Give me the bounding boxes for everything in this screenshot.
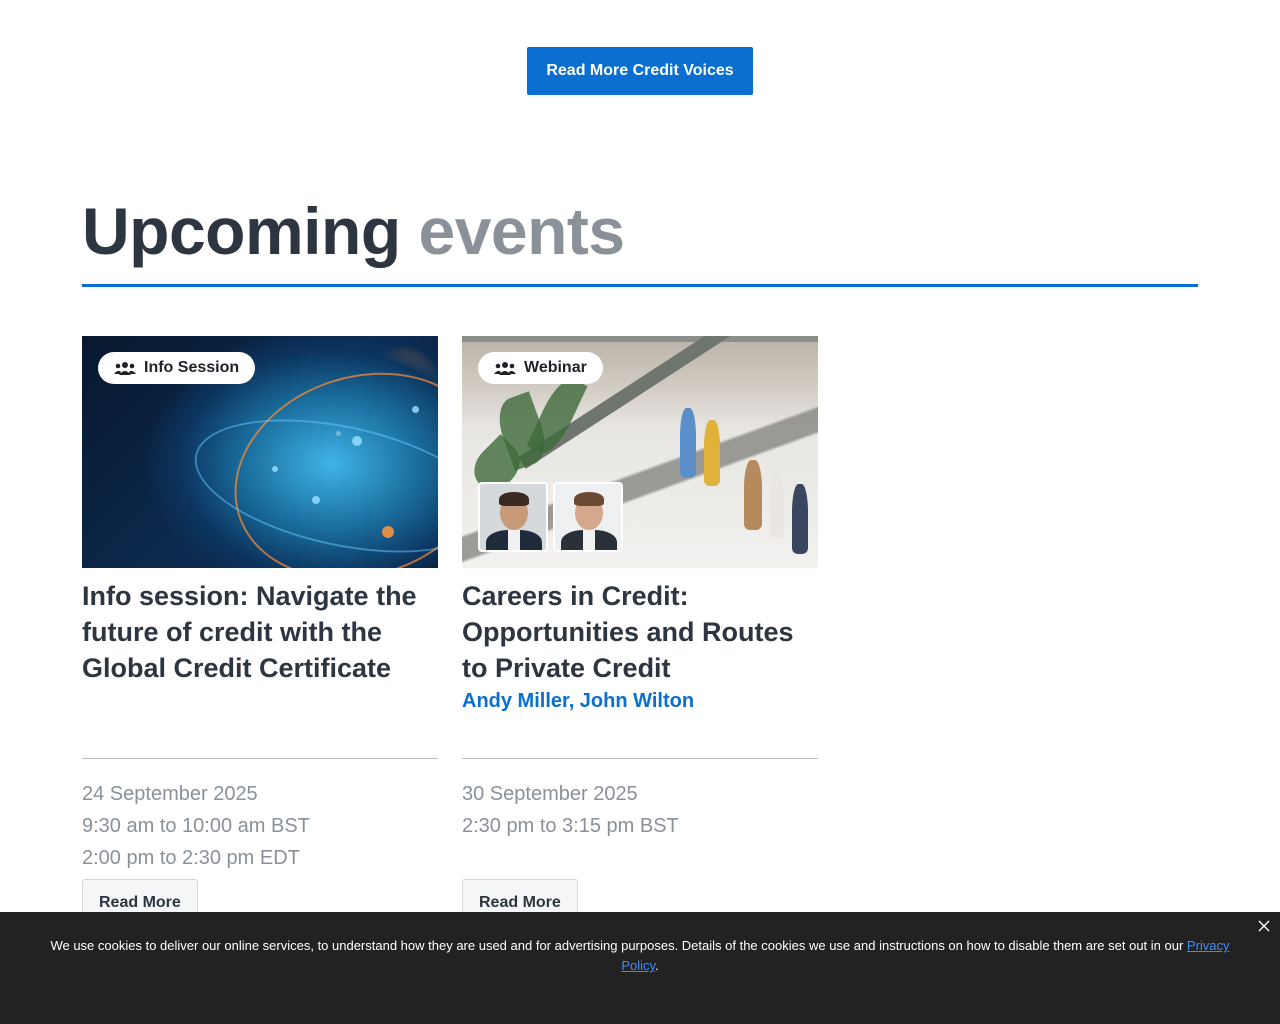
globe-dot (412, 406, 419, 413)
read-more-credit-voices-button[interactable]: Read More Credit Voices (527, 47, 753, 95)
people-group-icon (494, 362, 516, 375)
event-type-badge: Webinar (478, 352, 603, 384)
speaker-avatar (553, 482, 623, 552)
globe-dot (382, 526, 394, 538)
event-date: 24 September 2025 (82, 783, 258, 805)
event-schedule: 30 September 2025 2:30 pm to 3:15 pm BST (462, 778, 679, 842)
event-speakers[interactable]: Andy Miller, John Wilton (462, 690, 818, 713)
speaker-avatar (478, 482, 548, 552)
event-time: 2:30 pm to 3:15 pm BST (462, 815, 679, 837)
event-schedule: 24 September 2025 9:30 am to 10:00 am BS… (82, 778, 310, 874)
person-figure (792, 484, 808, 554)
event-time: 2:00 pm to 2:30 pm EDT (82, 847, 300, 869)
event-time: 9:30 am to 10:00 am BST (82, 815, 310, 837)
cookie-suffix: . (655, 958, 659, 973)
card-divider (82, 758, 438, 759)
event-card-webinar: Webinar Careers in Credit: Opportunities… (462, 336, 818, 927)
event-title[interactable]: Careers in Credit: Opportunities and Rou… (462, 578, 818, 686)
event-date: 30 September 2025 (462, 783, 638, 805)
heading-divider (82, 284, 1198, 287)
event-title[interactable]: Info session: Navigate the future of cre… (82, 578, 438, 686)
globe-dot (312, 496, 320, 504)
globe-dot (272, 466, 278, 472)
event-card-info-session: Info Session Info session: Navigate the … (82, 336, 438, 927)
section-heading-primary: Upcoming (82, 194, 401, 268)
section-heading: Upcoming events (82, 195, 625, 267)
person-figure (744, 460, 762, 530)
person-figure (704, 420, 720, 486)
globe-dot (352, 436, 362, 446)
section-heading-secondary: events (418, 194, 626, 268)
close-icon[interactable] (1256, 918, 1272, 934)
cookie-text: We use cookies to deliver our online ser… (50, 938, 1187, 953)
cookie-banner: We use cookies to deliver our online ser… (0, 912, 1280, 1024)
event-image-digital-globe[interactable]: Info Session (82, 336, 438, 568)
page: Read More Credit Voices Upcoming events (0, 0, 1280, 1024)
badge-label: Webinar (524, 359, 587, 376)
card-divider (462, 758, 818, 759)
cookie-message: We use cookies to deliver our online ser… (30, 936, 1250, 976)
ceiling-beam (462, 336, 818, 342)
person-figure (680, 408, 696, 478)
event-type-badge: Info Session (98, 352, 256, 384)
badge-label: Info Session (144, 359, 240, 376)
people-group-icon (114, 362, 136, 375)
event-image-staircase-people[interactable]: Webinar (462, 336, 818, 568)
person-figure (770, 472, 784, 538)
